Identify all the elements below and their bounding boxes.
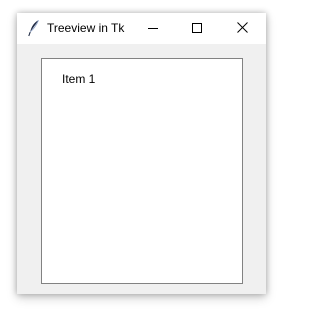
maximize-icon <box>192 20 202 38</box>
window-title: Treeview in Tk <box>47 21 125 35</box>
tree-item[interactable]: Item 1 <box>62 72 95 86</box>
minimize-button[interactable] <box>131 13 175 44</box>
minimize-icon <box>148 20 158 38</box>
window-client-area: Item 1 <box>17 44 266 294</box>
close-button[interactable] <box>220 13 264 44</box>
treeview[interactable]: Item 1 <box>41 58 243 284</box>
maximize-button[interactable] <box>175 13 219 44</box>
app-window: Treeview in Tk Item 1 <box>17 13 266 294</box>
tk-feather-icon <box>27 19 41 37</box>
close-icon <box>236 20 248 38</box>
title-bar[interactable]: Treeview in Tk <box>17 13 266 44</box>
